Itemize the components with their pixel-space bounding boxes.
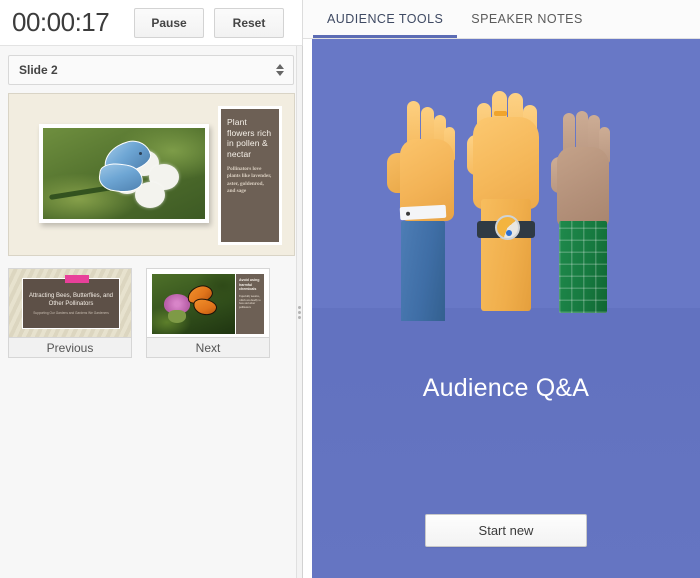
previous-slide-thumbnail[interactable]: Attracting Bees, Butterflies, and Other … bbox=[8, 268, 132, 358]
panel-splitter[interactable] bbox=[296, 46, 303, 578]
presenter-view-window: 00:00:17 Pause Reset Slide 2 bbox=[0, 0, 700, 578]
slide-navigation-thumbnails: Attracting Bees, Butterflies, and Other … bbox=[0, 256, 302, 358]
butterfly-graphic bbox=[95, 140, 163, 202]
slide-photo-frame bbox=[39, 124, 209, 223]
presenter-right-panel: AUDIENCE TOOLS SPEAKER NOTES bbox=[303, 0, 700, 578]
watch-face-icon bbox=[495, 215, 520, 240]
raised-hand-right bbox=[549, 111, 627, 311]
start-new-button[interactable]: Start new bbox=[425, 514, 587, 547]
tab-audience-tools[interactable]: AUDIENCE TOOLS bbox=[313, 0, 457, 38]
monarch-photo bbox=[152, 274, 235, 334]
raised-hand-center bbox=[465, 91, 551, 317]
next-slide-title: Avoid using harmful chemicals bbox=[239, 278, 261, 292]
next-slide-body: Especially neonics, which are deadly to … bbox=[239, 295, 261, 310]
drag-handle-icon bbox=[298, 306, 301, 319]
slide-text-panel: Plant flowers rich in pollen & nectar Po… bbox=[218, 106, 282, 245]
next-slide-image: Avoid using harmful chemicals Especially… bbox=[146, 268, 270, 338]
previous-slide-card: Attracting Bees, Butterflies, and Other … bbox=[22, 278, 120, 329]
presenter-left-panel: 00:00:17 Pause Reset Slide 2 bbox=[0, 0, 303, 578]
ring-accent bbox=[494, 111, 507, 116]
audience-qa-title: Audience Q&A bbox=[312, 374, 700, 403]
current-slide-preview[interactable]: Plant flowers rich in pollen & nectar Po… bbox=[8, 93, 295, 256]
raised-hand-left bbox=[387, 101, 467, 317]
butterfly-photo bbox=[43, 128, 205, 219]
current-slide-container: Plant flowers rich in pollen & nectar Po… bbox=[0, 93, 302, 256]
pause-button[interactable]: Pause bbox=[134, 8, 204, 38]
slide-select[interactable]: Slide 2 bbox=[8, 55, 294, 85]
next-button-label[interactable]: Next bbox=[146, 338, 270, 358]
raised-hands-illustration bbox=[381, 97, 631, 347]
slide-heading: Plant flowers rich in pollen & nectar bbox=[227, 117, 273, 160]
monarch-butterfly-graphic bbox=[185, 285, 223, 320]
pink-tag-accent bbox=[65, 275, 89, 283]
next-slide-thumbnail[interactable]: Avoid using harmful chemicals Especially… bbox=[146, 268, 270, 358]
timer-toolbar: 00:00:17 Pause Reset bbox=[0, 0, 302, 46]
tab-bar: AUDIENCE TOOLS SPEAKER NOTES bbox=[303, 0, 700, 39]
slide-body-text: Pollinators love plants like lavender, a… bbox=[227, 166, 273, 196]
tab-speaker-notes[interactable]: SPEAKER NOTES bbox=[457, 0, 596, 38]
chevron-updown-icon bbox=[276, 64, 284, 76]
next-slide-text-panel: Avoid using harmful chemicals Especially… bbox=[236, 274, 264, 334]
previous-button-label[interactable]: Previous bbox=[8, 338, 132, 358]
slide-selector-container: Slide 2 bbox=[0, 46, 302, 93]
previous-slide-title: Attracting Bees, Butterflies, and Other … bbox=[23, 292, 119, 308]
timer-display: 00:00:17 bbox=[8, 7, 124, 38]
slide-select-value: Slide 2 bbox=[19, 63, 58, 77]
reset-button[interactable]: Reset bbox=[214, 8, 284, 38]
audience-qa-panel: Audience Q&A Start new bbox=[312, 39, 700, 578]
previous-slide-image: Attracting Bees, Butterflies, and Other … bbox=[8, 268, 132, 338]
previous-slide-subtitle: Supporting Our Gardens and Gardens We Ga… bbox=[23, 311, 119, 315]
